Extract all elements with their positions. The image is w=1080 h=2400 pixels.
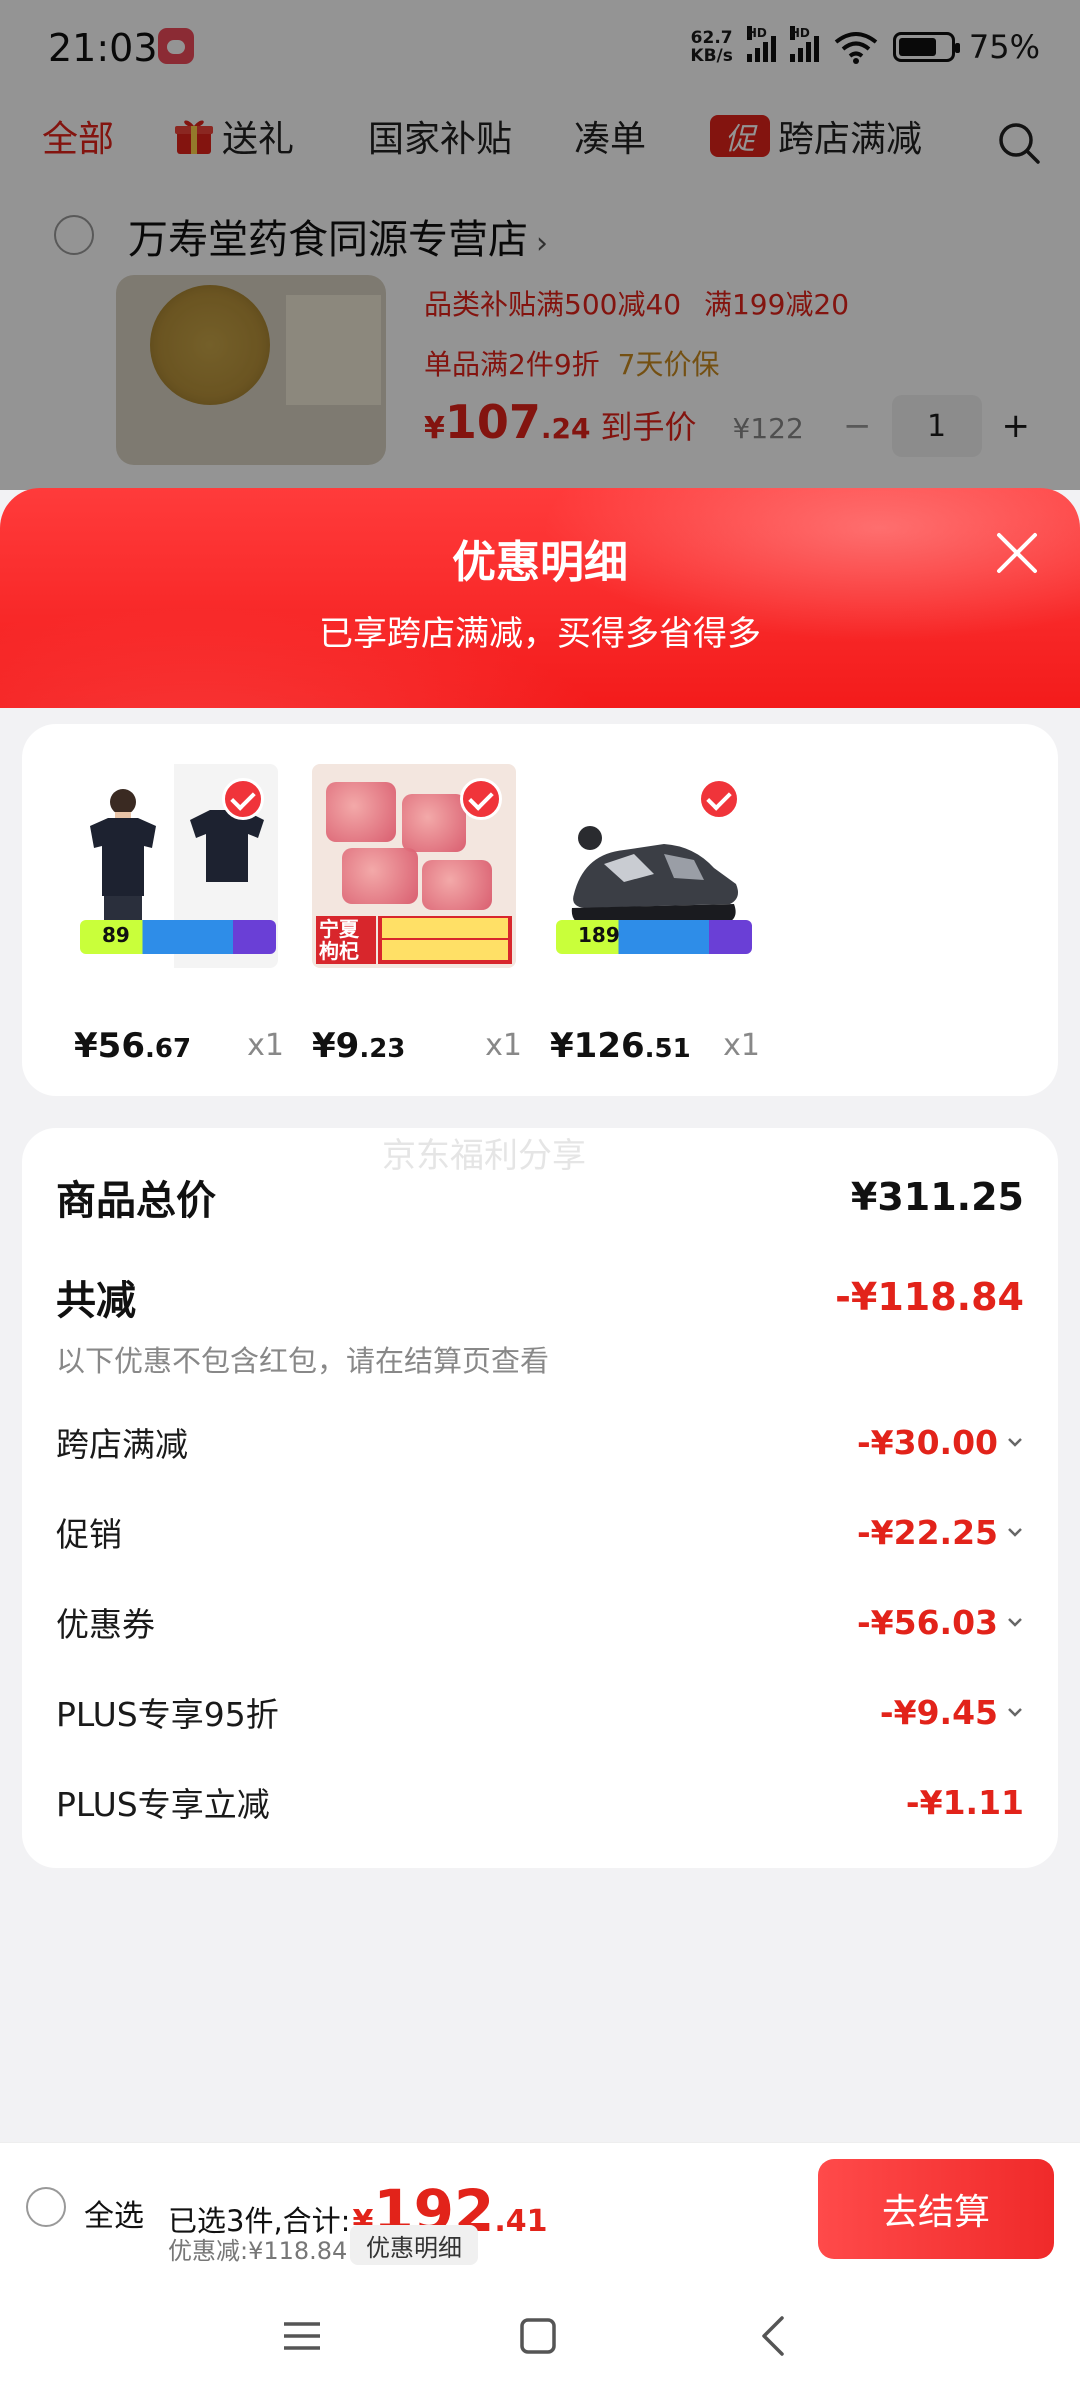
product-image: 宁夏枸杞 xyxy=(312,764,516,968)
reduction-note: 以下优惠不包含红包，请在结算页查看 xyxy=(56,1344,550,1378)
checkout-button[interactable]: 去结算 xyxy=(818,2159,1054,2259)
discount-line-cross-store[interactable]: 跨店满减 -¥30.00 xyxy=(56,1418,1024,1466)
tshirt-model-image xyxy=(90,789,156,924)
checkout-bar: 全选 已选3件,合计: ¥192.41 优惠减:¥118.84 优惠明细 去结算 xyxy=(0,2142,1080,2272)
discount-line-plus-95[interactable]: PLUS专享95折 -¥9.45 xyxy=(56,1688,1024,1736)
price-tag-banner: 89 xyxy=(80,920,276,954)
total-reduction-value: -¥118.84 xyxy=(835,1275,1024,1319)
discount-label: PLUS专享立减 xyxy=(56,1785,270,1824)
price-int: ¥9 xyxy=(312,1026,360,1066)
price-summary-card: 京东福利分享 商品总价 ¥311.25 共减 -¥118.84 以下优惠不包含红… xyxy=(22,1128,1058,1868)
item-price: ¥126.51 xyxy=(550,1026,691,1066)
price-dec: .51 xyxy=(644,1034,691,1064)
item-qty: x1 xyxy=(723,1028,760,1063)
total-reduction-row: 共减 -¥118.84 xyxy=(56,1268,1024,1326)
discount-line-promotion[interactable]: 促销 -¥22.25 xyxy=(56,1508,1024,1556)
discount-label: 促销 xyxy=(56,1515,122,1554)
item-qty: x1 xyxy=(485,1028,522,1063)
total-price-label: 商品总价 xyxy=(56,1178,216,1224)
home-icon[interactable] xyxy=(514,2312,562,2360)
product-image: 189 xyxy=(550,764,754,968)
sheet-header: 优惠明细 已享跨店满减，买得多省得多 xyxy=(0,488,1080,708)
discount-detail-button[interactable]: 优惠明细 xyxy=(350,2225,478,2265)
price-dec: .67 xyxy=(144,1034,192,1064)
discount-label: 优惠券 xyxy=(56,1605,155,1644)
price-int: ¥56 xyxy=(74,1026,145,1066)
menu-icon[interactable] xyxy=(278,2312,326,2360)
discount-line-coupon[interactable]: 优惠券 -¥56.03 xyxy=(56,1598,1024,1646)
product-image: 89 xyxy=(74,764,278,968)
discount-value: -¥30.00 xyxy=(856,1422,998,1462)
product-item[interactable]: 189 ¥126.51 x1 xyxy=(550,764,760,1066)
discount-label: 跨店满减 xyxy=(56,1425,188,1464)
tag-price: 189 xyxy=(578,923,620,947)
discount-value: -¥56.03 xyxy=(856,1602,998,1642)
price-int: ¥126 xyxy=(550,1026,645,1066)
check-icon xyxy=(698,778,740,820)
discount-label: PLUS专享95折 xyxy=(56,1695,279,1734)
total-price-value: ¥311.25 xyxy=(850,1175,1024,1219)
product-item[interactable]: 89 ¥56.67 x1 xyxy=(74,764,284,1066)
chevron-down-icon xyxy=(1008,1438,1022,1447)
close-icon[interactable] xyxy=(994,530,1040,576)
price-tag-banner: 189 xyxy=(556,920,752,954)
item-price: ¥56.67 xyxy=(74,1026,191,1066)
item-qty: x1 xyxy=(247,1028,284,1063)
chevron-down-icon xyxy=(1008,1528,1022,1537)
select-all-label[interactable]: 全选 xyxy=(84,2191,144,2235)
total-reduction-label: 共减 xyxy=(56,1278,136,1324)
check-icon xyxy=(460,778,502,820)
discount-line-plus-instant: PLUS专享立减 -¥1.11 xyxy=(56,1778,1024,1826)
chevron-down-icon xyxy=(1008,1708,1022,1717)
back-icon[interactable] xyxy=(750,2312,798,2360)
shoe-image xyxy=(571,826,738,926)
price-dec: .23 xyxy=(359,1034,406,1064)
total-price-row: 商品总价 ¥311.25 xyxy=(56,1168,1024,1226)
discount-detail-sheet: 优惠明细 已享跨店满减，买得多省得多 89 ¥56.67 x1 宁夏枸杞 ¥9.… xyxy=(0,488,1080,2400)
dim-overlay[interactable] xyxy=(0,0,1080,490)
sheet-title: 优惠明细 xyxy=(452,537,628,588)
goji-banner xyxy=(378,916,512,964)
tshirt-flat-image xyxy=(190,810,264,882)
total-dec: .41 xyxy=(494,2204,548,2239)
chevron-down-icon xyxy=(1008,1618,1022,1627)
system-nav-bar xyxy=(0,2272,1080,2400)
selected-products-card: 89 ¥56.67 x1 宁夏枸杞 ¥9.23 x1 189 ¥126.51 x… xyxy=(22,724,1058,1096)
discount-value: -¥22.25 xyxy=(856,1512,998,1552)
item-price: ¥9.23 xyxy=(312,1026,405,1066)
discount-summary-text: 优惠减:¥118.84 xyxy=(168,2237,348,2265)
discount-value: -¥9.45 xyxy=(879,1692,998,1732)
discount-value: -¥1.11 xyxy=(905,1782,1024,1822)
product-item[interactable]: 宁夏枸杞 ¥9.23 x1 xyxy=(312,764,522,1066)
sheet-subtitle: 已享跨店满减，买得多省得多 xyxy=(319,614,761,654)
select-all-radio[interactable] xyxy=(26,2187,66,2227)
tag-price: 89 xyxy=(102,923,130,947)
goji-label: 宁夏枸杞 xyxy=(316,916,376,964)
check-icon xyxy=(222,778,264,820)
